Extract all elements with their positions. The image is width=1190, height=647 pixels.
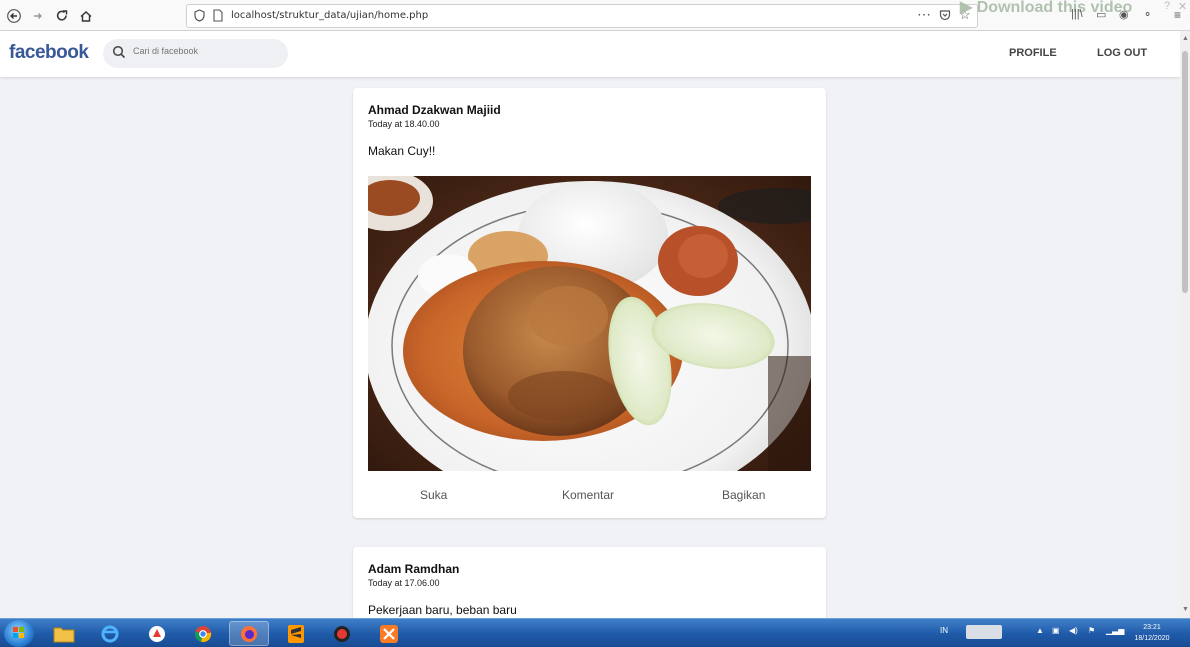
browser-toolbar: localhost/struktur_data/ujian/home.php ⋯… (0, 0, 1190, 31)
sublime-text-icon (288, 624, 304, 643)
taskbar: IN ▲ ▣ ◀) ⚑ ▁▃▅ 23:21 18/12/2020 (0, 618, 1190, 647)
firefox-icon (241, 625, 257, 642)
system-clock[interactable]: 23:21 18/12/2020 (1127, 622, 1177, 644)
site-header: facebook PROFILE LOG OUT (0, 31, 1180, 77)
post-author[interactable]: Ahmad Dzakwan Majiid (368, 103, 501, 117)
library-icon[interactable]: |||\ (1071, 8, 1083, 20)
share-button[interactable]: Bagikan (722, 488, 765, 502)
help-icon[interactable]: ? (1164, 0, 1170, 12)
scroll-up-icon[interactable]: ▲ (1182, 35, 1189, 42)
reload-icon[interactable] (52, 6, 72, 26)
taskbar-sublime[interactable] (276, 621, 316, 646)
folder-icon (53, 627, 75, 642)
search-box[interactable] (103, 39, 288, 68)
like-button[interactable]: Suka (420, 488, 447, 502)
taskbar-browser[interactable] (137, 621, 177, 646)
nav-logout[interactable]: LOG OUT (1097, 47, 1147, 59)
post-card: Ahmad Dzakwan Majiid Today at 18.40.00 M… (353, 88, 826, 518)
comment-button[interactable]: Komentar (562, 488, 614, 502)
search-icon (112, 45, 126, 59)
post-timestamp: Today at 18.40.00 (368, 119, 440, 129)
browser-icon (149, 625, 165, 642)
page-actions-icon[interactable]: ⋯ (917, 6, 931, 23)
post-timestamp: Today at 17.06.00 (368, 578, 440, 588)
chrome-icon (195, 625, 212, 642)
scroll-thumb[interactable] (1182, 51, 1188, 293)
download-overlay-label[interactable]: Download this video (977, 0, 1133, 16)
network-icon[interactable]: ▣ (1052, 626, 1060, 635)
extension-icon[interactable]: ⚬ (1143, 8, 1152, 21)
taskbar-recorder[interactable] (322, 621, 362, 646)
search-input[interactable] (133, 46, 278, 56)
home-icon[interactable] (76, 6, 96, 26)
start-button[interactable] (4, 620, 34, 647)
download-overlay[interactable]: ▶ Download this video (960, 0, 1132, 17)
forward-icon[interactable] (28, 6, 48, 26)
scroll-down-icon[interactable]: ▼ (1182, 606, 1189, 613)
nav-profile[interactable]: PROFILE (1009, 47, 1057, 59)
url-text[interactable]: localhost/struktur_data/ujian/home.php (231, 10, 428, 21)
volume-icon[interactable]: ◀) (1069, 626, 1078, 635)
tray-expand-icon[interactable]: ▲ (1036, 626, 1044, 635)
clock-time: 23:21 (1143, 624, 1161, 631)
page-scrollbar[interactable]: ▲ ▼ (1180, 31, 1190, 618)
clock-date: 18/12/2020 (1134, 635, 1170, 642)
xampp-icon (380, 624, 398, 643)
page-info-icon[interactable] (213, 9, 223, 25)
internet-explorer-icon (101, 625, 119, 642)
taskbar-explorer[interactable] (44, 621, 84, 646)
taskbar-chrome[interactable] (183, 621, 223, 646)
address-bar[interactable]: localhost/struktur_data/ujian/home.php ⋯… (186, 4, 978, 28)
post-text: Pekerjaan baru, beban baru (368, 603, 517, 617)
sidebar-icon[interactable]: ▭ (1096, 8, 1106, 21)
post-image[interactable] (368, 176, 811, 471)
post-actions: Suka Komentar Bagikan (353, 488, 826, 508)
language-indicator[interactable]: IN (940, 626, 948, 635)
signal-icon[interactable]: ▁▃▅ (1106, 626, 1124, 635)
food-photo (368, 176, 811, 471)
taskbar-firefox[interactable] (229, 621, 269, 646)
account-icon[interactable]: ◉ (1119, 8, 1129, 21)
post-author[interactable]: Adam Ramdhan (368, 562, 459, 576)
shield-icon[interactable] (194, 9, 205, 25)
taskbar-ie[interactable] (90, 621, 130, 646)
input-method-icon[interactable] (966, 625, 1002, 639)
pocket-icon[interactable] (939, 9, 951, 24)
post-text: Makan Cuy!! (368, 144, 436, 158)
windows-logo-icon (13, 627, 24, 638)
recorder-icon (334, 625, 350, 642)
menu-icon[interactable]: ≡ (1174, 8, 1181, 22)
taskbar-xampp[interactable] (369, 621, 409, 646)
facebook-logo[interactable]: facebook (9, 42, 89, 64)
back-icon[interactable] (4, 6, 24, 26)
action-center-icon[interactable]: ⚑ (1088, 626, 1095, 635)
